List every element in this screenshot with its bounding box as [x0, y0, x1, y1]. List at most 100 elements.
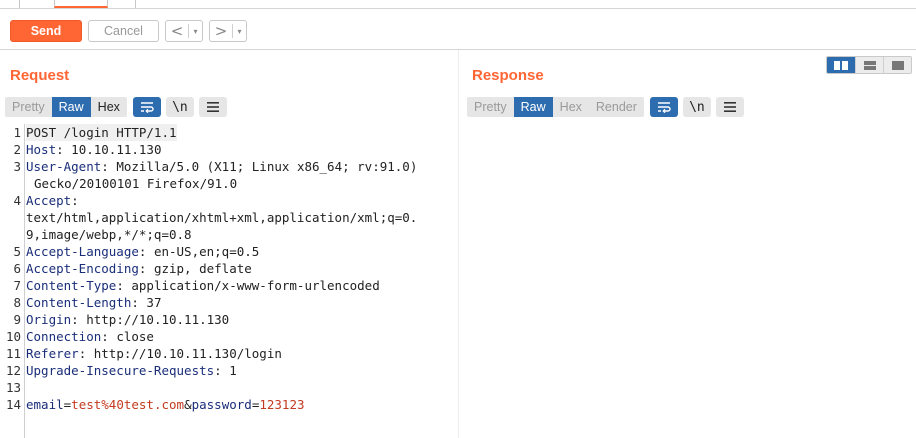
param-name-email: email: [26, 397, 64, 412]
header-name: Accept: [26, 193, 72, 208]
editor-line-wrap[interactable]: text/html,application/xhtml+xml,applicat…: [5, 209, 447, 226]
repeater-tab-add[interactable]: [108, 0, 136, 8]
editor-line[interactable]: 1 POST /login HTTP/1.1: [5, 124, 447, 141]
editor-line[interactable]: 6 Accept-Encoding: gzip, deflate: [5, 260, 447, 277]
header-name: Accept-Encoding: [26, 261, 139, 276]
forward-arrow-icon[interactable]: >: [210, 21, 232, 41]
editor-line[interactable]: 12 Upgrade-Insecure-Requests: 1: [5, 362, 447, 379]
header-name: Origin: [26, 312, 72, 327]
header-value: 1: [221, 363, 237, 378]
menu-icon[interactable]: [715, 97, 744, 117]
layout-side-by-side-icon[interactable]: [827, 57, 855, 73]
editor-line[interactable]: 11 Referer: http://10.10.11.130/login: [5, 345, 447, 362]
editor-line[interactable]: 5 Accept-Language: en-US,en;q=0.5: [5, 243, 447, 260]
back-arrow-icon[interactable]: <: [166, 21, 188, 41]
param-name-password: password: [191, 397, 252, 412]
header-value-continued: 9,image/webp,*/*;q=0.8: [26, 227, 192, 242]
line-number: 9: [13, 312, 21, 327]
word-wrap-icon[interactable]: [649, 97, 678, 117]
line-number: 8: [13, 295, 21, 310]
response-viewer[interactable]: [467, 124, 913, 438]
request-view-bar: Pretty Raw Hex \n: [5, 97, 227, 117]
top-tab-strip: [0, 0, 916, 9]
newline-toggle-button[interactable]: \n: [165, 97, 194, 117]
layout-toggle: [826, 56, 912, 74]
chevron-down-icon[interactable]: ▾: [189, 27, 202, 36]
tab-pretty[interactable]: Pretty: [467, 97, 514, 117]
response-view-bar: Pretty Raw Hex Render \n: [467, 97, 744, 117]
editor-line[interactable]: 4 Accept:: [5, 192, 447, 209]
header-value-continued: text/html,application/xhtml+xml,applicat…: [26, 210, 418, 225]
layout-tabbed-icon[interactable]: [883, 57, 911, 73]
header-value: close: [108, 329, 154, 344]
header-value: http://10.10.11.130/login: [86, 346, 282, 361]
header-name: Content-Length: [26, 295, 132, 310]
header-value: http://10.10.11.130: [78, 312, 230, 327]
editor-line[interactable]: 9 Origin: http://10.10.11.130: [5, 311, 447, 328]
editor-line[interactable]: 8 Content-Length: 37: [5, 294, 447, 311]
history-back-group: < ▾: [165, 20, 203, 42]
tab-hex[interactable]: Hex: [91, 97, 127, 117]
param-value-password: 123123: [259, 397, 305, 412]
header-value: 37: [138, 295, 162, 310]
line-number: 12: [5, 363, 21, 378]
response-title: Response: [472, 67, 544, 84]
line-number: 10: [5, 329, 21, 344]
line-number: 7: [13, 278, 21, 293]
pane-divider[interactable]: [458, 50, 459, 438]
line-number: 2: [13, 142, 21, 157]
line-number: 3: [13, 159, 21, 174]
send-button[interactable]: Send: [10, 20, 82, 42]
response-view-tabs: Pretty Raw Hex Render: [467, 97, 644, 117]
menu-icon[interactable]: [198, 97, 227, 117]
editor-line[interactable]: 3 User-Agent: Mozilla/5.0 (X11; Linux x8…: [5, 158, 447, 175]
editor-line[interactable]: 14 email=test%40test.com&password=123123: [5, 396, 447, 413]
editor-line[interactable]: 7 Content-Type: application/x-www-form-u…: [5, 277, 447, 294]
editor-line[interactable]: 13: [5, 379, 447, 396]
header-name: Connection: [26, 329, 102, 344]
line-number: 13: [5, 380, 21, 395]
tab-hex[interactable]: Hex: [553, 97, 589, 117]
layout-stacked-icon[interactable]: [855, 57, 883, 73]
header-value: application/x-www-form-urlencoded: [123, 278, 380, 293]
chevron-down-icon[interactable]: ▾: [233, 27, 246, 36]
request-view-tabs: Pretty Raw Hex: [5, 97, 127, 117]
header-name: Content-Type: [26, 278, 117, 293]
header-name: Referer: [26, 346, 79, 361]
editor-line[interactable]: 2 Host: 10.10.11.130: [5, 141, 447, 158]
newline-toggle-button[interactable]: \n: [682, 97, 711, 117]
request-body: email=test%40test.com&password=123123: [26, 396, 305, 413]
request-title: Request: [10, 67, 70, 84]
tab-render[interactable]: Render: [589, 97, 644, 117]
param-value-email: test%40test.com: [71, 397, 185, 412]
header-value-continued: Gecko/20100101 Firefox/91.0: [34, 176, 238, 191]
header-value: en-US,en;q=0.5: [146, 244, 260, 259]
editor-line-wrap[interactable]: 9,image/webp,*/*;q=0.8: [5, 226, 447, 243]
tab-raw[interactable]: Raw: [513, 97, 553, 117]
repeater-tab-active[interactable]: [54, 0, 108, 8]
request-line: POST /login HTTP/1.1: [26, 124, 177, 141]
editor-line[interactable]: 10 Connection: close: [5, 328, 447, 345]
ampersand: &: [184, 397, 192, 412]
tab-pretty[interactable]: Pretty: [5, 97, 52, 117]
repeater-tab-prev[interactable]: [0, 0, 20, 8]
header-name: Host: [26, 142, 57, 157]
line-number: 1: [13, 125, 21, 140]
request-editor[interactable]: 1 POST /login HTTP/1.1 2 Host: 10.10.11.…: [5, 124, 447, 438]
word-wrap-icon[interactable]: [132, 97, 161, 117]
history-forward-group: > ▾: [209, 20, 247, 42]
header-value: Mozilla/5.0 (X11; Linux x86_64; rv:91.0): [108, 159, 418, 174]
header-value: gzip, deflate: [146, 261, 252, 276]
line-number: 6: [13, 261, 21, 276]
header-value: 10.10.11.130: [63, 142, 162, 157]
line-number: 4: [13, 193, 21, 208]
line-number: 5: [13, 244, 21, 259]
editor-line-wrap[interactable]: Gecko/20100101 Firefox/91.0: [5, 175, 447, 192]
cancel-button[interactable]: Cancel: [88, 20, 159, 42]
header-name: Accept-Language: [26, 244, 139, 259]
header-name: Upgrade-Insecure-Requests: [26, 363, 215, 378]
repeater-toolbar: Send Cancel < ▾ > ▾: [0, 9, 916, 50]
header-name: User-Agent: [26, 159, 102, 174]
tab-raw[interactable]: Raw: [51, 97, 91, 117]
line-number: 11: [5, 346, 21, 361]
